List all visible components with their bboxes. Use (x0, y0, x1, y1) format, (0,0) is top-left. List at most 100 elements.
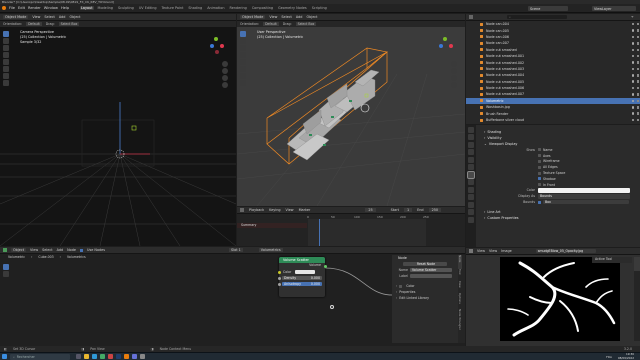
taskbar-search[interactable]: ⌕ Rechercher (10, 353, 70, 360)
image-menu-view-2[interactable]: View (489, 249, 497, 253)
render-camera-icon[interactable] (636, 106, 639, 109)
image-side-tab-tool[interactable] (634, 257, 640, 271)
side-tab-view[interactable]: View (458, 281, 462, 293)
view-layer-selector[interactable]: ViewLayer (592, 6, 636, 11)
show-option-checkbox[interactable] (538, 148, 541, 152)
outliner[interactable]: ⌕ ⏷ Node can.004 Node can.005 Node can.006… (466, 14, 640, 124)
timeline-editor-type-icon[interactable] (240, 208, 244, 212)
image-menu-image[interactable]: Image (501, 249, 512, 253)
end-field[interactable]: 250 (428, 208, 442, 212)
render-camera-icon[interactable] (636, 54, 639, 58)
file-explorer-icon[interactable] (84, 354, 89, 359)
material-tab-icon[interactable] (468, 216, 474, 223)
show-option-checkbox[interactable] (538, 159, 541, 163)
render-camera-icon[interactable] (636, 29, 639, 32)
render-camera-icon[interactable] (636, 99, 639, 103)
bounds-select[interactable]: Box (543, 199, 629, 205)
color-input-socket[interactable] (277, 270, 281, 274)
outliner-filter-icon[interactable]: ⏷ (631, 15, 634, 19)
render-camera-icon[interactable] (636, 86, 639, 90)
scene-tab-icon[interactable] (468, 156, 474, 163)
visibility-eye-icon[interactable] (631, 74, 634, 77)
render-camera-icon[interactable] (636, 22, 639, 26)
node-label-field[interactable] (410, 273, 452, 279)
anisotropy-field[interactable]: Anisotropy 0.000 (282, 281, 322, 287)
render-camera-icon[interactable] (636, 35, 639, 39)
anisotropy-input-socket[interactable] (277, 282, 281, 286)
render-camera-icon[interactable] (636, 80, 639, 83)
image-editor[interactable]: View View Image smudgEBlow_05_Opacity.jp… (466, 248, 640, 346)
visibility-eye-icon[interactable] (631, 67, 634, 71)
render-camera-icon[interactable] (636, 74, 639, 77)
tool-tab-icon[interactable] (468, 126, 474, 133)
render-camera-icon[interactable] (636, 118, 639, 122)
view-layer-tab-icon[interactable] (468, 149, 474, 155)
taskbar-clock[interactable]: 19:30 08/09/2022 (618, 352, 634, 360)
render-camera-icon[interactable] (636, 112, 639, 115)
tab-sculpting[interactable]: Sculpting (117, 6, 135, 10)
bounds-checkbox[interactable] (538, 200, 541, 204)
start-field[interactable]: 1 (403, 208, 413, 212)
outliner-item[interactable]: Bufferbone silver cloud (466, 117, 640, 123)
blender-taskbar-icon[interactable] (124, 354, 129, 359)
show-option-checkbox[interactable] (538, 177, 541, 181)
tab-uv-editing[interactable]: UV Editing (138, 6, 158, 10)
playhead[interactable] (319, 219, 320, 246)
color-swatch[interactable] (295, 270, 316, 274)
timeline-editor[interactable]: Playback Keying View Marker 25 Start 1 E… (237, 207, 465, 246)
edit-linked-library-row[interactable]: › Edit Linked Library (392, 295, 458, 301)
visibility-eye-icon[interactable] (631, 112, 634, 115)
render-camera-icon[interactable] (636, 67, 639, 71)
task-view-icon[interactable] (76, 354, 81, 359)
output-tab-icon[interactable] (468, 141, 474, 148)
tab-shading[interactable]: Shading (187, 6, 203, 10)
side-tab-options[interactable]: Options (458, 293, 462, 309)
show-option-checkbox[interactable] (538, 183, 541, 187)
image-name-field[interactable]: smudgEBlow_05_Opacity.jpg (535, 248, 596, 254)
windows-start-icon[interactable] (2, 354, 7, 359)
browser-icon[interactable] (92, 354, 97, 359)
blender-logo-icon[interactable] (2, 6, 6, 10)
visibility-eye-icon[interactable] (631, 106, 634, 109)
left-viewport[interactable]: Object Mode View Select Add Object Orien… (0, 14, 236, 246)
object-tab-icon[interactable] (467, 170, 475, 179)
render-camera-icon[interactable] (636, 61, 639, 64)
menu-render[interactable]: Render (28, 6, 41, 10)
tab-animation[interactable]: Animation (206, 6, 225, 10)
app-icon[interactable] (140, 354, 145, 359)
photoshop-icon[interactable] (116, 354, 121, 359)
tab-rendering[interactable]: Rendering (228, 6, 247, 10)
tab-layout[interactable]: Layout (80, 6, 94, 10)
density-field[interactable]: Density 0.000 (282, 275, 322, 281)
visibility-eye-icon[interactable] (631, 118, 634, 122)
physics-tab-icon[interactable] (468, 194, 474, 200)
volume-output-socket[interactable] (323, 264, 327, 268)
visibility-eye-icon[interactable] (631, 61, 634, 64)
show-option-checkbox[interactable] (538, 171, 541, 175)
image-menu-view[interactable]: View (477, 249, 485, 253)
image-side-tab-image[interactable] (634, 271, 640, 285)
tab-scripting[interactable]: Scripting (311, 6, 328, 10)
visibility-eye-icon[interactable] (631, 48, 634, 51)
visibility-eye-icon[interactable] (631, 54, 634, 58)
density-input-socket[interactable] (277, 276, 281, 280)
show-option-checkbox[interactable] (538, 154, 541, 158)
data-tab-icon[interactable] (468, 209, 474, 215)
visibility-eye-icon[interactable] (631, 35, 634, 39)
display-as-select[interactable]: Bounds (538, 193, 630, 199)
visibility-eye-icon[interactable] (631, 80, 634, 83)
volume-scatter-node[interactable]: Volume Scatter Volume Color Density 0.00… (277, 257, 327, 297)
show-option-checkbox[interactable] (538, 165, 541, 169)
edit-linked-expand-icon[interactable]: › (396, 296, 397, 300)
store-icon[interactable] (100, 354, 105, 359)
menu-file[interactable]: File (9, 6, 15, 10)
timeline-menu-view[interactable]: View (286, 208, 294, 212)
outliner-search[interactable]: ⌕ (507, 14, 567, 20)
properties-editor[interactable]: › Shading › Visibility ⌄ Viewport Displa… (466, 125, 640, 247)
modifier-tab-icon[interactable] (468, 179, 474, 185)
constraints-tab-icon[interactable] (468, 201, 474, 208)
tab-modeling[interactable]: Modeling (97, 6, 114, 10)
image-canvas[interactable] (500, 257, 620, 341)
visibility-eye-icon[interactable] (631, 42, 634, 45)
tray-language[interactable]: FRA (606, 355, 612, 359)
